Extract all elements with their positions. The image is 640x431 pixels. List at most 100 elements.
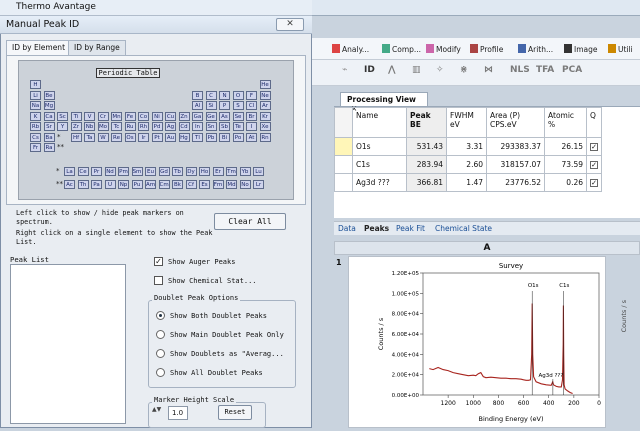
element-Po[interactable]: Po [232, 132, 244, 142]
element-Ac[interactable]: Ac [64, 180, 75, 189]
element-Pd[interactable]: Pd [151, 122, 163, 131]
element-Pb[interactable]: Pb [205, 132, 217, 142]
element-U[interactable]: U [104, 180, 116, 189]
element-Tl[interactable]: Tl [192, 132, 203, 142]
q-checkbox[interactable]: ✓ [590, 143, 598, 151]
element-Sc[interactable]: Sc [57, 111, 68, 121]
element-Pr[interactable]: Pr [91, 167, 102, 176]
tfa-button[interactable]: TFA [536, 65, 554, 75]
col-peak-be-header[interactable]: Peak BE [406, 107, 447, 138]
element-Au[interactable]: Au [165, 132, 176, 142]
element-Te[interactable]: Te [232, 122, 244, 131]
element-Ti[interactable]: Ti [70, 111, 82, 121]
element-La[interactable]: La [64, 167, 75, 176]
element-Na[interactable]: Na [30, 101, 41, 110]
element-Zr[interactable]: Zr [70, 122, 82, 131]
element-Cl[interactable]: Cl [246, 101, 257, 110]
spectrum-icon[interactable]: ⋀ [388, 65, 396, 75]
element-I[interactable]: I [246, 122, 257, 131]
element-Pt[interactable]: Pt [151, 132, 163, 142]
element-Cf[interactable]: Cf [185, 180, 197, 189]
element-N[interactable]: N [219, 90, 230, 100]
element-Yb[interactable]: Yb [239, 167, 251, 176]
col-atomic-header[interactable]: Atomic % [544, 107, 587, 138]
element-Mg[interactable]: Mg [43, 101, 55, 110]
peak-icon[interactable]: ⌁ [342, 65, 347, 75]
element-Ca[interactable]: Ca [43, 111, 55, 121]
element-Bi[interactable]: Bi [219, 132, 230, 142]
element-H[interactable]: H [30, 80, 41, 89]
element-Md[interactable]: Md [226, 180, 237, 189]
element-Ga[interactable]: Ga [192, 111, 203, 121]
element-Li[interactable]: Li [30, 90, 41, 100]
element-Fe[interactable]: Fe [124, 111, 136, 121]
element-Fm[interactable]: Fm [212, 180, 224, 189]
element-Rn[interactable]: Rn [259, 132, 271, 142]
utilities-menu-button[interactable]: Utili [608, 44, 633, 54]
element-F[interactable]: F [246, 90, 257, 100]
element-Ta[interactable]: Ta [84, 132, 95, 142]
element-Tb[interactable]: Tb [172, 167, 183, 176]
col-area-header[interactable]: Area (P) CPS.eV [486, 107, 545, 138]
element-Zn[interactable]: Zn [178, 111, 190, 121]
element-Re[interactable]: Re [111, 132, 122, 142]
element-O[interactable]: O [232, 90, 244, 100]
element-Se[interactable]: Se [232, 111, 244, 121]
tab-chemical-state[interactable]: Chemical State [435, 224, 492, 233]
element-Sn[interactable]: Sn [205, 122, 217, 131]
element-Eu[interactable]: Eu [145, 167, 156, 176]
element-Si[interactable]: Si [205, 101, 217, 110]
q-checkbox[interactable]: ✓ [590, 161, 598, 169]
compare-menu-button[interactable]: Comp... [382, 44, 421, 54]
element-V[interactable]: V [84, 111, 95, 121]
element-Sr[interactable]: Sr [43, 122, 55, 131]
element-Cu[interactable]: Cu [165, 111, 176, 121]
table-row[interactable]: C1s 283.94 2.60 318157.07 73.59 ✓ [334, 155, 602, 174]
element-Nd[interactable]: Nd [104, 167, 116, 176]
element-Os[interactable]: Os [124, 132, 136, 142]
pca-button[interactable]: PCA [562, 65, 582, 75]
element-Kr[interactable]: Kr [259, 111, 271, 121]
element-Ag[interactable]: Ag [165, 122, 176, 131]
element-Gd[interactable]: Gd [158, 167, 170, 176]
element-Hf[interactable]: Hf [70, 132, 82, 142]
spinner-icon[interactable]: ▲▼ [152, 407, 162, 419]
element-Y[interactable]: Y [57, 122, 68, 131]
bars-icon[interactable]: ▥ [412, 65, 421, 75]
element-Fr[interactable]: Fr [30, 143, 41, 152]
element-Tc[interactable]: Tc [111, 122, 122, 131]
reset-button[interactable]: Reset [218, 405, 252, 420]
element-Sm[interactable]: Sm [131, 167, 143, 176]
peak-list[interactable] [10, 264, 126, 424]
element-C[interactable]: C [205, 90, 217, 100]
element-B[interactable]: B [192, 90, 203, 100]
spectrum-chart-panel[interactable]: Survey 0.00E+00 2.00E+04 4.00E+04 6.00E+04 8.… [348, 256, 606, 428]
element-Es[interactable]: Es [199, 180, 210, 189]
element-Tm[interactable]: Tm [226, 167, 237, 176]
element-Ba[interactable]: Ba [43, 132, 55, 142]
element-Xe[interactable]: Xe [259, 122, 271, 131]
smooth-icon[interactable]: ⋈ [484, 65, 493, 75]
radio-both-doublet[interactable] [156, 311, 165, 320]
element-Ni[interactable]: Ni [151, 111, 163, 121]
element-Be[interactable]: Be [43, 90, 55, 100]
col-q-header[interactable]: Q [586, 107, 602, 138]
col-fwhm-header[interactable]: FWHM eV [446, 107, 487, 138]
element-Pm[interactable]: Pm [118, 167, 129, 176]
element-At[interactable]: At [246, 132, 257, 142]
element-Dy[interactable]: Dy [185, 167, 197, 176]
fit-icon[interactable]: ✧ [436, 65, 444, 75]
col-name-header[interactable]: Name [352, 107, 407, 138]
element-Cs[interactable]: Cs [30, 132, 41, 142]
element-No[interactable]: No [239, 180, 251, 189]
clear-all-button[interactable]: Clear All [214, 213, 286, 230]
close-button[interactable]: ✕ [276, 18, 304, 31]
element-Sb[interactable]: Sb [219, 122, 230, 131]
element-Am[interactable]: Am [145, 180, 156, 189]
element-Ra[interactable]: Ra [43, 143, 55, 152]
tab-peaks[interactable]: Peaks [364, 224, 389, 233]
element-Al[interactable]: Al [192, 101, 203, 110]
element-As[interactable]: As [219, 111, 230, 121]
element-Pu[interactable]: Pu [131, 180, 143, 189]
element-Pa[interactable]: Pa [91, 180, 102, 189]
